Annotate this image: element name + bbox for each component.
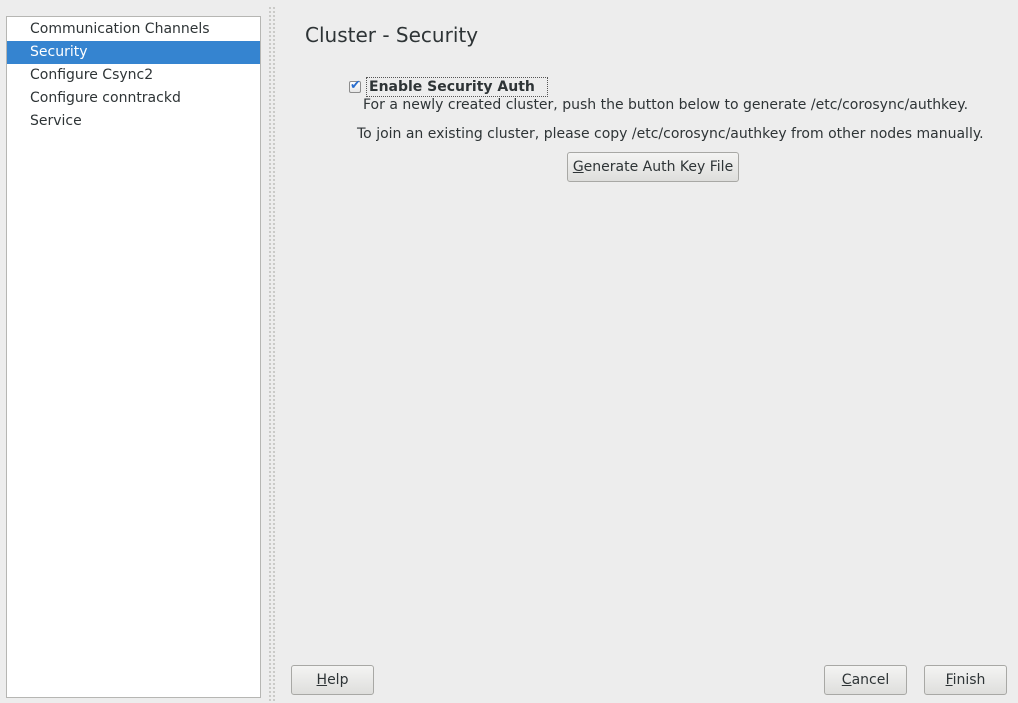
page-title: Cluster - Security (305, 23, 479, 47)
finish-button[interactable]: Finish (924, 665, 1007, 695)
cancel-button-label: ancel (851, 672, 890, 688)
finish-button-label: inish (952, 672, 986, 688)
sidebar-item-configure-conntrackd[interactable]: Configure conntrackd (7, 87, 260, 110)
checkbox-box[interactable]: ✔ (349, 78, 361, 93)
help-button[interactable]: Help (291, 665, 374, 695)
cancel-button-mnemonic: C (841, 672, 852, 688)
join-help-text: To join an existing cluster, please copy… (357, 126, 984, 142)
sidebar-navigation: Communication Channels Security Configur… (6, 16, 261, 698)
sidebar-item-communication-channels[interactable]: Communication Channels (7, 18, 260, 41)
cancel-button[interactable]: Cancel (824, 665, 907, 695)
finish-button-mnemonic: F (945, 672, 953, 688)
sidebar-item-service[interactable]: Service (7, 110, 260, 133)
enable-security-auth-label[interactable]: Enable Security Auth (369, 79, 535, 95)
generate-auth-key-button[interactable]: Generate Auth Key File (567, 152, 739, 182)
help-button-mnemonic: H (316, 672, 328, 688)
generate-button-mnemonic: G (572, 159, 584, 175)
pane-resize-handle[interactable] (268, 6, 276, 703)
checkbox-focus-ring: Enable Security Auth (366, 77, 548, 97)
enable-security-auth-checkbox[interactable]: ✔ Enable Security Auth (349, 76, 548, 98)
sidebar-item-configure-csync2[interactable]: Configure Csync2 (7, 64, 260, 87)
sidebar-item-security[interactable]: Security (7, 41, 260, 64)
generate-button-label: enerate Auth Key File (583, 159, 734, 175)
generate-help-text: For a newly created cluster, push the bu… (363, 97, 969, 113)
help-button-label: elp (327, 672, 349, 688)
main-content: Cluster - Security ✔ Enable Security Aut… (277, 0, 1018, 703)
checkmark-icon: ✔ (350, 78, 361, 93)
